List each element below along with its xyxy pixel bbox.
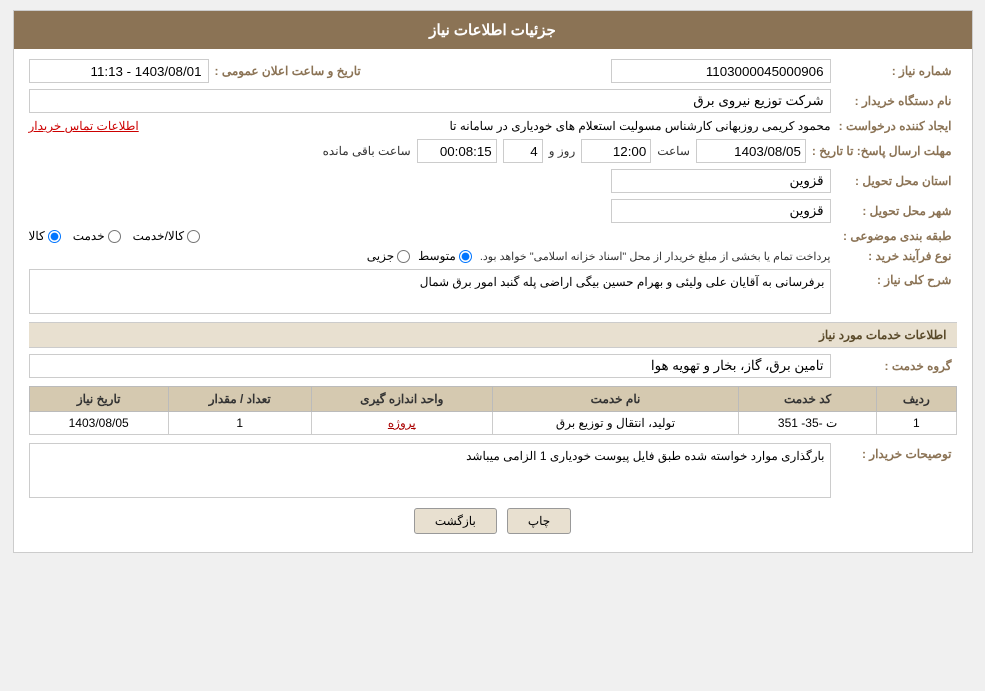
back-button[interactable]: بازگشت xyxy=(414,508,497,534)
buyer-desc-textarea[interactable]: بارگذاری موارد خواسته شده طبق فایل پیوست… xyxy=(29,443,831,498)
print-button[interactable]: چاپ xyxy=(507,508,571,534)
city-label: شهر محل تحویل : xyxy=(837,204,957,218)
deadline-days-label: روز و xyxy=(549,144,576,158)
province-label: استان محل تحویل : xyxy=(837,174,957,188)
col-date: تاریخ نیاز xyxy=(29,387,168,412)
deadline-date-input xyxy=(696,139,806,163)
category-label-kala-khadamat: کالا/خدمت xyxy=(133,229,184,243)
deadline-days-input xyxy=(503,139,543,163)
province-row: استان محل تحویل : xyxy=(29,169,957,193)
creator-label: ایجاد کننده درخواست : xyxy=(837,119,957,133)
buyer-station-input xyxy=(29,89,831,113)
deadline-time-label: ساعت xyxy=(657,144,690,158)
deadline-row: مهلت ارسال پاسخ: تا تاریخ : ساعت روز و س… xyxy=(29,139,957,163)
province-input xyxy=(611,169,831,193)
process-label: نوع فرآیند خرید : xyxy=(837,249,957,263)
category-option-kala-khadamat[interactable]: کالا/خدمت xyxy=(133,229,200,243)
cell-quantity: 1 xyxy=(168,412,311,435)
category-radio-khadamat[interactable] xyxy=(108,230,121,243)
deadline-time-input xyxy=(581,139,651,163)
need-number-row: شماره نیاز : تاریخ و ساعت اعلان عمومی : xyxy=(29,59,957,83)
services-section-title: اطلاعات خدمات مورد نیاز xyxy=(29,322,957,348)
content-area: شماره نیاز : تاریخ و ساعت اعلان عمومی : … xyxy=(14,49,972,552)
creator-contact-link[interactable]: اطلاعات تماس خریدار xyxy=(29,119,139,133)
announce-date-label: تاریخ و ساعت اعلان عمومی : xyxy=(215,64,366,78)
buyer-desc-label: توصیحات خریدار : xyxy=(837,443,957,461)
buyer-station-row: نام دستگاه خریدار : xyxy=(29,89,957,113)
col-service-name: نام خدمت xyxy=(492,387,738,412)
main-container: جزئیات اطلاعات نیاز شماره نیاز : تاریخ و… xyxy=(13,10,973,553)
button-row: چاپ بازگشت xyxy=(29,508,957,534)
category-option-khadamat[interactable]: خدمت xyxy=(73,229,121,243)
process-option-motavaset[interactable]: متوسط xyxy=(418,249,472,263)
col-unit: واحد اندازه گیری xyxy=(311,387,492,412)
process-content: پرداخت تمام یا بخشی از مبلغ خریدار از مح… xyxy=(29,249,831,263)
need-number-input xyxy=(611,59,831,83)
category-row: طبقه بندی موضوعی : کالا/خدمت خدمت کالا xyxy=(29,229,957,243)
buyer-desc-row: توصیحات خریدار : بارگذاری موارد خواسته ش… xyxy=(29,443,957,498)
services-table: ردیف کد خدمت نام خدمت واحد اندازه گیری ت… xyxy=(29,386,957,435)
cell-service-name: تولید، انتقال و توزیع برق xyxy=(492,412,738,435)
city-row: شهر محل تحویل : xyxy=(29,199,957,223)
category-radio-kala[interactable] xyxy=(48,230,61,243)
category-option-kala[interactable]: کالا xyxy=(29,229,61,243)
process-note: پرداخت تمام یا بخشی از مبلغ خریدار از مح… xyxy=(480,250,831,263)
process-radio-motavaset[interactable] xyxy=(459,250,472,263)
process-radio-jozi[interactable] xyxy=(397,250,410,263)
general-desc-textarea[interactable]: برفرسانی به آقایان علی ولیئی و بهرام حسی… xyxy=(29,269,831,314)
category-radio-kala-khadamat[interactable] xyxy=(187,230,200,243)
table-row: 1 ت -35- 351 تولید، انتقال و توزیع برق پ… xyxy=(29,412,956,435)
services-table-section: ردیف کد خدمت نام خدمت واحد اندازه گیری ت… xyxy=(29,386,957,435)
deadline-label: مهلت ارسال پاسخ: تا تاریخ : xyxy=(812,144,957,158)
announce-date-input xyxy=(29,59,209,83)
deadline-remaining-label: ساعت باقی مانده xyxy=(323,144,411,158)
page-title: جزئیات اطلاعات نیاز xyxy=(14,11,972,49)
creator-value: محمود کریمی روزبهانی کارشناس مسولیت استع… xyxy=(145,119,831,133)
service-group-input xyxy=(29,354,831,378)
deadline-remaining-input xyxy=(417,139,497,163)
cell-service-code: ت -35- 351 xyxy=(739,412,877,435)
service-group-row: گروه خدمت : xyxy=(29,354,957,378)
process-label-jozi: جزیی xyxy=(367,249,394,263)
col-service-code: کد خدمت xyxy=(739,387,877,412)
buyer-station-label: نام دستگاه خریدار : xyxy=(837,94,957,108)
category-label-khadamat: خدمت xyxy=(73,229,105,243)
city-input xyxy=(611,199,831,223)
col-row-num: ردیف xyxy=(877,387,956,412)
category-label: طبقه بندی موضوعی : xyxy=(837,229,957,243)
process-row: نوع فرآیند خرید : پرداخت تمام یا بخشی از… xyxy=(29,249,957,263)
general-desc-label: شرح کلی نیاز : xyxy=(837,269,957,287)
cell-date: 1403/08/05 xyxy=(29,412,168,435)
process-label-motavaset: متوسط xyxy=(418,249,456,263)
col-quantity: تعداد / مقدار xyxy=(168,387,311,412)
general-desc-row: شرح کلی نیاز : برفرسانی به آقایان علی ول… xyxy=(29,269,957,314)
creator-row: ایجاد کننده درخواست : محمود کریمی روزبها… xyxy=(29,119,957,133)
cell-row-num: 1 xyxy=(877,412,956,435)
cell-unit: پروژه xyxy=(311,412,492,435)
category-label-kala: کالا xyxy=(29,229,45,243)
service-group-label: گروه خدمت : xyxy=(837,359,957,373)
category-radio-group: کالا/خدمت خدمت کالا xyxy=(29,229,831,243)
need-number-label: شماره نیاز : xyxy=(837,64,957,78)
process-option-jozi[interactable]: جزیی xyxy=(367,249,410,263)
